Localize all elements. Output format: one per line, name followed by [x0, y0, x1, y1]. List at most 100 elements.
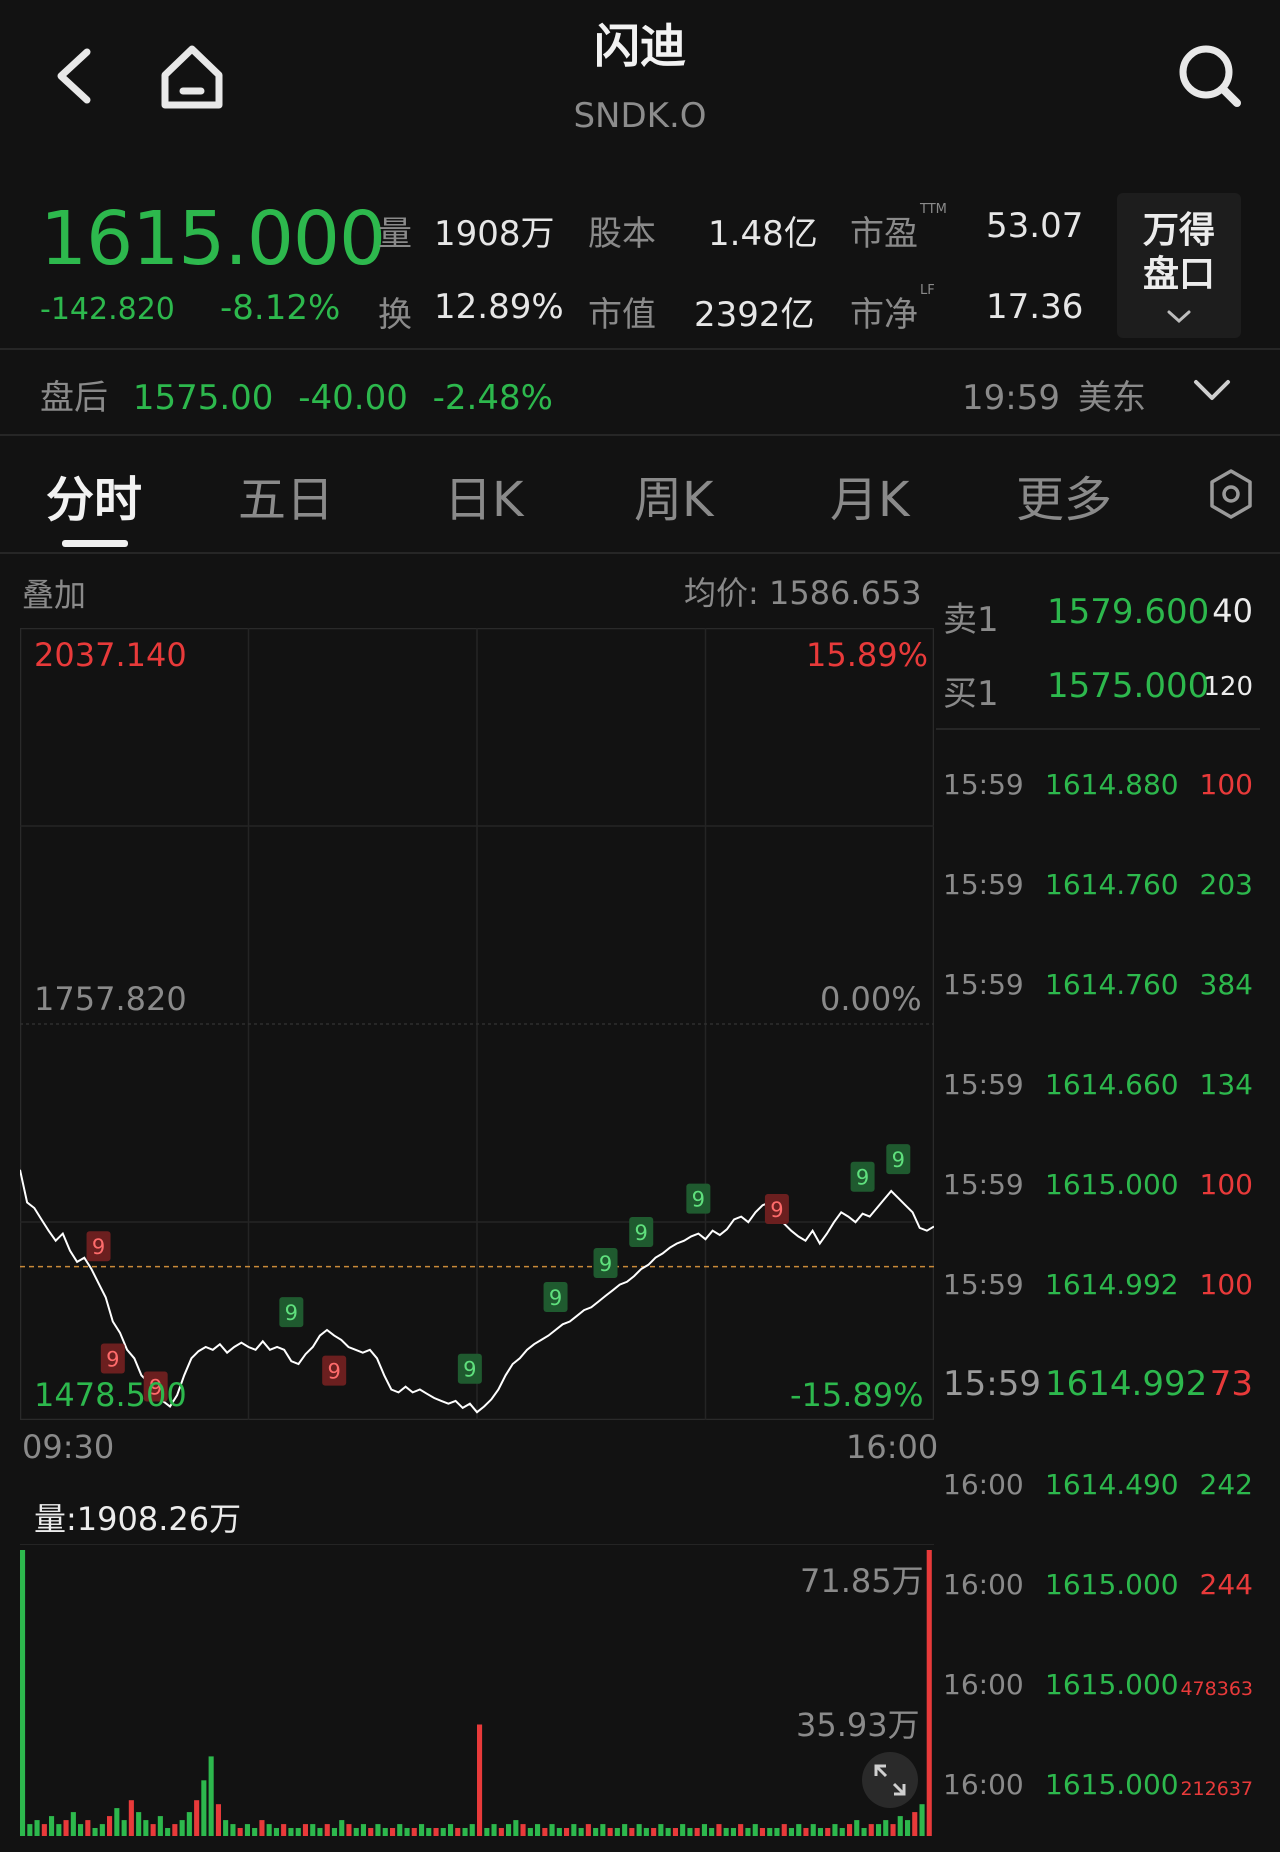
- bid-price: 1575.000: [1047, 666, 1210, 706]
- tab-daily-k[interactable]: 日K: [444, 460, 523, 530]
- metric-pb-label: 市净LF: [850, 283, 935, 335]
- after-hours-change: -40.00: [298, 378, 408, 418]
- tab-five-day[interactable]: 五日: [238, 460, 334, 530]
- td-sequential-marker: 9: [543, 1281, 568, 1312]
- intraday-chart[interactable]: 99999 99999 999: [20, 628, 934, 1420]
- volume-bar: [919, 1804, 925, 1836]
- fullscreen-button[interactable]: [862, 1752, 918, 1808]
- volume-bar: [266, 1824, 272, 1836]
- volume-bar: [535, 1824, 541, 1836]
- marker-label: 9: [892, 1148, 905, 1172]
- volume-bar: [143, 1820, 149, 1836]
- volume-bar: [404, 1828, 410, 1836]
- last-price: 1615.000: [40, 196, 386, 282]
- td-sequential-marker: 9: [686, 1183, 711, 1214]
- tab-weekly-k[interactable]: 周K: [634, 460, 713, 530]
- tab-monthly-k[interactable]: 月K: [830, 460, 909, 530]
- volume-bar: [136, 1812, 142, 1836]
- volume-bar: [419, 1824, 425, 1836]
- expand-arrows-icon: [874, 1764, 906, 1796]
- metric-pb-value: 17.36: [986, 287, 1084, 327]
- trade-time: 15:59: [943, 868, 1024, 901]
- volume-bar: [607, 1828, 613, 1836]
- volume-bar: [63, 1820, 69, 1836]
- trade-price: 1614.490: [1045, 1468, 1179, 1501]
- volume-bar: [868, 1824, 874, 1836]
- wind-order-book-button[interactable]: 万得 盘口: [1117, 193, 1241, 338]
- metric-turnover-label: 换: [378, 295, 412, 335]
- volume-bar: [288, 1828, 294, 1836]
- divider: [0, 552, 1280, 554]
- volume-bar: [890, 1824, 896, 1836]
- volume-bar: [709, 1828, 715, 1836]
- price-change: -142.820: [40, 292, 175, 327]
- volume-bar: [665, 1828, 671, 1836]
- td-sequential-marker: 9: [100, 1343, 125, 1374]
- trade-time: 16:00: [943, 1568, 1024, 1601]
- volume-bar: [767, 1828, 773, 1836]
- trade-price: 1615.000: [1045, 1768, 1179, 1801]
- volume-bar: [223, 1820, 229, 1836]
- overlay-button[interactable]: 叠加: [22, 570, 86, 616]
- marker-label: 9: [463, 1358, 476, 1382]
- volume-bar: [600, 1824, 606, 1836]
- volume-max-label: 71.85万: [800, 1562, 924, 1600]
- volume-bar: [128, 1800, 134, 1836]
- search-button[interactable]: [1168, 34, 1252, 118]
- td-sequential-marker: 9: [457, 1353, 482, 1384]
- metric-shares-value: 1.48亿: [708, 214, 818, 254]
- tab-intraday[interactable]: 分时: [46, 460, 142, 530]
- volume-bar: [745, 1828, 751, 1836]
- volume-bar: [462, 1828, 468, 1836]
- pct-axis-ref-label: 0.00%: [820, 980, 922, 1018]
- volume-bar: [302, 1824, 308, 1836]
- search-icon: [1179, 45, 1241, 107]
- volume-bar: [165, 1828, 171, 1836]
- volume-bar: [651, 1828, 657, 1836]
- trade-row: 15:59 1614.760 203: [943, 868, 1263, 908]
- tab-more[interactable]: 更多: [1016, 460, 1112, 530]
- pct-axis-max-label: 15.89%: [806, 636, 929, 674]
- trade-volume: 242: [1199, 1468, 1253, 1501]
- volume-bar: [331, 1828, 337, 1836]
- volume-bar: [20, 1550, 26, 1836]
- volume-bar: [230, 1824, 236, 1836]
- volume-bar: [92, 1828, 98, 1836]
- x-axis-start-label: 09:30: [22, 1428, 115, 1466]
- stock-ticker: SNDK.O: [573, 96, 707, 136]
- volume-bar: [310, 1824, 316, 1836]
- volume-bar: [694, 1828, 700, 1836]
- trade-volume: 134: [1199, 1068, 1253, 1101]
- trade-price: 1614.992: [1045, 1268, 1179, 1301]
- volume-bar: [469, 1824, 475, 1836]
- volume-bar: [244, 1824, 250, 1836]
- stock-name: 闪迪: [594, 19, 686, 73]
- after-hours-expand[interactable]: [1190, 372, 1240, 412]
- trade-price: 1615.000: [1045, 1668, 1179, 1701]
- chart-settings-button[interactable]: [1208, 468, 1254, 524]
- marker-label: 9: [692, 1188, 705, 1212]
- volume-bar: [847, 1824, 853, 1836]
- volume-bar: [788, 1828, 794, 1836]
- volume-bar: [353, 1828, 359, 1836]
- volume-bar: [121, 1820, 127, 1836]
- volume-bar: [440, 1828, 446, 1836]
- volume-bar: [803, 1828, 809, 1836]
- volume-bar: [455, 1828, 461, 1836]
- volume-bar: [854, 1820, 860, 1836]
- after-hours-row: 盘后 1575.00 -40.00 -2.48%: [40, 370, 553, 419]
- divider: [0, 434, 1280, 436]
- volume-chart[interactable]: [20, 1544, 934, 1836]
- volume-bar: [317, 1828, 323, 1836]
- trade-price: 1614.660: [1045, 1068, 1179, 1101]
- volume-bar: [179, 1820, 185, 1836]
- trade-time: 15:59: [943, 768, 1024, 801]
- trade-time: 15:59: [943, 1168, 1024, 1201]
- volume-bar: [752, 1824, 758, 1836]
- volume-bar: [150, 1824, 156, 1836]
- bid-volume: 120: [1203, 672, 1253, 702]
- marker-label: 9: [856, 1166, 869, 1190]
- volume-bar: [49, 1816, 55, 1836]
- metric-pe-label: 市盈TTM: [850, 202, 947, 254]
- marker-label: 9: [285, 1301, 298, 1325]
